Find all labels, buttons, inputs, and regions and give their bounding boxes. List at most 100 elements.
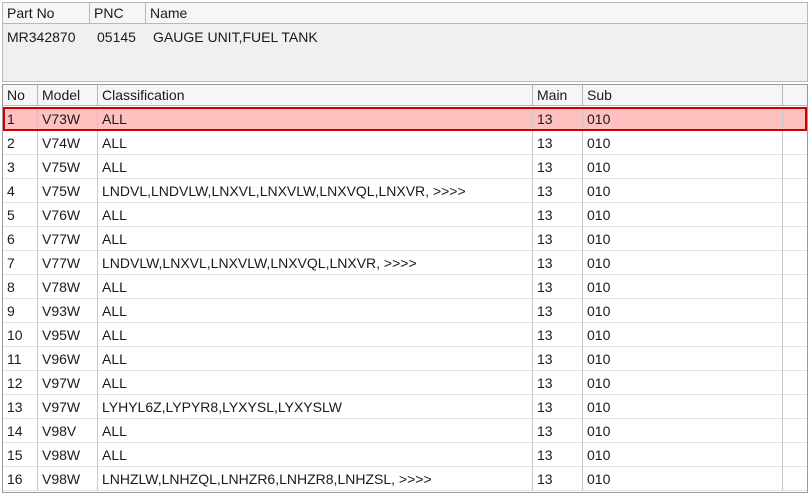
column-header-part-no[interactable]: Part No — [3, 3, 90, 24]
cell-main: 13 — [533, 299, 583, 323]
cell-filler — [783, 275, 807, 299]
table-row[interactable]: 6 V77W ALL 13 010 — [3, 227, 807, 251]
pnc-value: 05145 — [97, 29, 136, 45]
cell-sub: 010 — [583, 443, 783, 467]
part-name-value: GAUGE UNIT,FUEL TANK — [153, 29, 318, 45]
cell-model: V77W — [38, 251, 98, 275]
cell-sub: 010 — [583, 131, 783, 155]
cell-model: V98W — [38, 443, 98, 467]
cell-classification: ALL — [98, 347, 533, 371]
cell-main: 13 — [533, 227, 583, 251]
cell-main: 13 — [533, 419, 583, 443]
cell-main: 13 — [533, 323, 583, 347]
cell-model: V93W — [38, 299, 98, 323]
cell-model: V78W — [38, 275, 98, 299]
applicability-table: No Model Classification Main Sub 1 V73W AL… — [2, 84, 808, 493]
part-no-value: MR342870 — [7, 29, 76, 45]
table-row[interactable]: 16 V98W LNHZLW,LNHZQL,LNHZR6,LNHZR8,LNHZSL… — [3, 467, 807, 491]
cell-no: 1 — [3, 107, 38, 131]
column-header-filler — [783, 85, 807, 106]
cell-no: 12 — [3, 371, 38, 395]
cell-classification: ALL — [98, 419, 533, 443]
cell-no: 5 — [3, 203, 38, 227]
cell-no: 11 — [3, 347, 38, 371]
column-header-main[interactable]: Main — [533, 85, 583, 106]
cell-sub: 010 — [583, 347, 783, 371]
table-row[interactable]: 5 V76W ALL 13 010 — [3, 203, 807, 227]
table-row[interactable]: 12 V97W ALL 13 010 — [3, 371, 807, 395]
table-row[interactable]: 7 V77W LNDVLW,LNXVL,LNXVLW,LNXVQL,LNXVR, >… — [3, 251, 807, 275]
column-header-classification[interactable]: Classification — [98, 85, 533, 106]
cell-no: 9 — [3, 299, 38, 323]
table-row[interactable]: 1 V73W ALL 13 010 — [3, 107, 807, 131]
table-row[interactable]: 15 V98W ALL 13 010 — [3, 443, 807, 467]
cell-classification: ALL — [98, 107, 533, 131]
cell-classification: LNHZLW,LNHZQL,LNHZR6,LNHZR8,LNHZSL, >>>> — [98, 467, 533, 491]
column-header-pnc[interactable]: PNC — [90, 3, 146, 24]
cell-classification: ALL — [98, 155, 533, 179]
cell-main: 13 — [533, 131, 583, 155]
column-header-model[interactable]: Model — [38, 85, 98, 106]
cell-sub: 010 — [583, 395, 783, 419]
cell-main: 13 — [533, 395, 583, 419]
cell-model: V96W — [38, 347, 98, 371]
cell-classification: ALL — [98, 203, 533, 227]
table-row[interactable]: 13 V97W LYHYL6Z,LYPYR8,LYXYSL,LYXYSLW 13 010 — [3, 395, 807, 419]
cell-filler — [783, 323, 807, 347]
table-row[interactable]: 3 V75W ALL 13 010 — [3, 155, 807, 179]
cell-filler — [783, 347, 807, 371]
cell-filler — [783, 467, 807, 491]
cell-no: 16 — [3, 467, 38, 491]
cell-model: V75W — [38, 179, 98, 203]
table-header: No Model Classification Main Sub — [3, 85, 807, 106]
column-header-name[interactable]: Name — [146, 3, 807, 24]
cell-model: V75W — [38, 155, 98, 179]
table-row[interactable]: 11 V96W ALL 13 010 — [3, 347, 807, 371]
cell-model: V97W — [38, 395, 98, 419]
cell-classification: ALL — [98, 443, 533, 467]
cell-main: 13 — [533, 203, 583, 227]
cell-main: 13 — [533, 443, 583, 467]
cell-no: 13 — [3, 395, 38, 419]
table-row[interactable]: 2 V74W ALL 13 010 — [3, 131, 807, 155]
table-body: 1 V73W ALL 13 010 2 V74W ALL 13 010 3 V75W ALL 13 010 4… — [3, 107, 807, 491]
cell-model: V98W — [38, 467, 98, 491]
cell-main: 13 — [533, 179, 583, 203]
cell-no: 4 — [3, 179, 38, 203]
cell-model: V73W — [38, 107, 98, 131]
cell-sub: 010 — [583, 179, 783, 203]
cell-classification: LNDVLW,LNXVL,LNXVLW,LNXVQL,LNXVR, >>>> — [98, 251, 533, 275]
cell-filler — [783, 395, 807, 419]
table-row[interactable]: 9 V93W ALL 13 010 — [3, 299, 807, 323]
cell-filler — [783, 419, 807, 443]
cell-sub: 010 — [583, 299, 783, 323]
cell-filler — [783, 443, 807, 467]
table-row[interactable]: 14 V98V ALL 13 010 — [3, 419, 807, 443]
cell-no: 6 — [3, 227, 38, 251]
cell-sub: 010 — [583, 371, 783, 395]
cell-main: 13 — [533, 107, 583, 131]
cell-main: 13 — [533, 155, 583, 179]
cell-main: 13 — [533, 347, 583, 371]
table-row[interactable]: 4 V75W LNDVL,LNDVLW,LNXVL,LNXVLW,LNXVQL,LN… — [3, 179, 807, 203]
cell-no: 15 — [3, 443, 38, 467]
cell-no: 7 — [3, 251, 38, 275]
cell-sub: 010 — [583, 467, 783, 491]
table-row[interactable]: 8 V78W ALL 13 010 — [3, 275, 807, 299]
column-header-no[interactable]: No — [3, 85, 38, 106]
table-row[interactable]: 10 V95W ALL 13 010 — [3, 323, 807, 347]
cell-no: 8 — [3, 275, 38, 299]
cell-classification: LYHYL6Z,LYPYR8,LYXYSL,LYXYSLW — [98, 395, 533, 419]
cell-no: 3 — [3, 155, 38, 179]
cell-main: 13 — [533, 251, 583, 275]
cell-classification: ALL — [98, 131, 533, 155]
column-header-sub[interactable]: Sub — [583, 85, 783, 106]
cell-model: V97W — [38, 371, 98, 395]
cell-classification: ALL — [98, 323, 533, 347]
cell-classification: ALL — [98, 227, 533, 251]
cell-filler — [783, 371, 807, 395]
cell-main: 13 — [533, 371, 583, 395]
cell-sub: 010 — [583, 323, 783, 347]
cell-classification: ALL — [98, 299, 533, 323]
cell-model: V98V — [38, 419, 98, 443]
